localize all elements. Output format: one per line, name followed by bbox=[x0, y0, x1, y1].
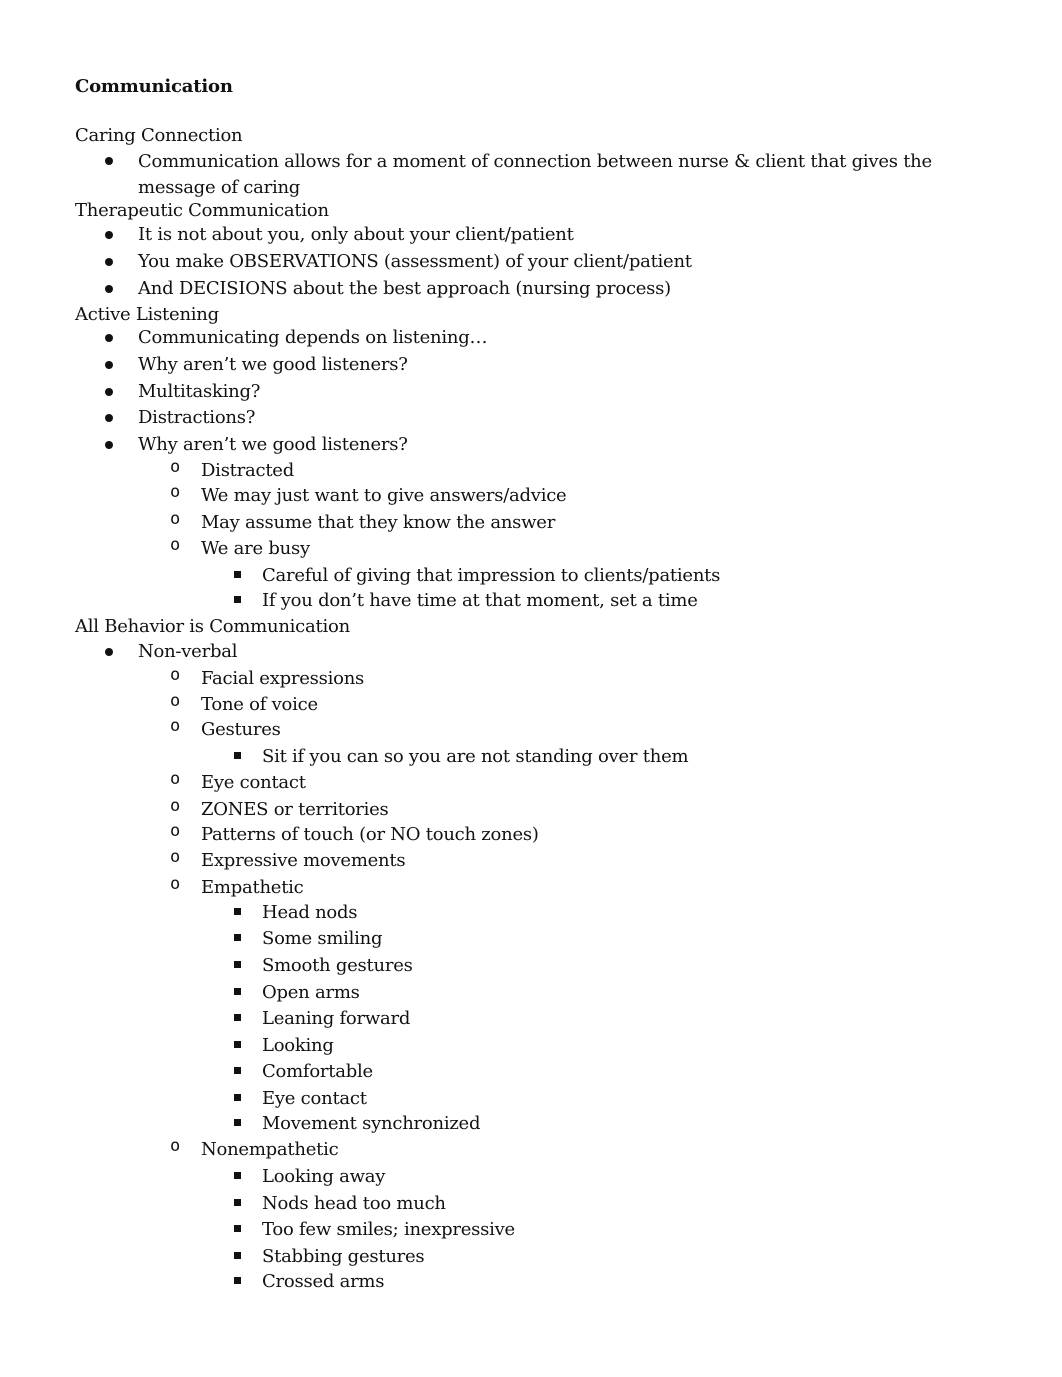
document-page: Communication Caring Connection Communica… bbox=[0, 0, 1062, 1377]
bullet-square-icon bbox=[234, 1094, 241, 1101]
sub-sub-bullet-item: Leaning forward bbox=[262, 1008, 411, 1029]
sub-sub-bullet-item: Movement synchronized bbox=[262, 1113, 481, 1134]
bullet-square-icon bbox=[234, 988, 241, 995]
bullet-dot-icon bbox=[105, 334, 113, 342]
sub-bullet-item: Facial expressions bbox=[201, 668, 365, 689]
bullet-square-icon bbox=[234, 934, 241, 941]
bullet-dot-icon bbox=[105, 157, 113, 165]
bullet-circle-icon: o bbox=[170, 716, 181, 736]
sub-sub-bullet-item: Nods head too much bbox=[262, 1193, 446, 1214]
sub-sub-bullet-item: Careful of giving that impression to cli… bbox=[262, 565, 721, 586]
bullet-circle-icon: o bbox=[170, 457, 181, 477]
bullet-square-icon bbox=[234, 1041, 241, 1048]
bullet-square-icon bbox=[234, 1172, 241, 1179]
bullet-square-icon bbox=[234, 908, 241, 915]
sub-bullet-item: Empathetic bbox=[201, 877, 304, 898]
bullet-item: Why aren’t we good listeners? bbox=[138, 354, 408, 375]
sub-sub-bullet-item: Looking bbox=[262, 1035, 334, 1056]
sub-sub-bullet-item: Eye contact bbox=[262, 1088, 367, 1109]
sub-sub-bullet-item: Smooth gestures bbox=[262, 955, 413, 976]
sub-bullet-item: Gestures bbox=[201, 719, 281, 740]
bullet-dot-icon bbox=[105, 231, 113, 239]
bullet-square-icon bbox=[234, 961, 241, 968]
bullet-item: Non-verbal bbox=[138, 641, 238, 662]
sub-sub-bullet-item: Looking away bbox=[262, 1166, 386, 1187]
sub-bullet-item: We are busy bbox=[201, 538, 310, 559]
bullet-circle-icon: o bbox=[170, 482, 181, 502]
document-title: Communication bbox=[75, 76, 233, 97]
bullet-square-icon bbox=[234, 1199, 241, 1206]
bullet-circle-icon: o bbox=[170, 509, 181, 529]
bullet-item: It is not about you, only about your cli… bbox=[138, 224, 574, 245]
sub-bullet-item: May assume that they know the answer bbox=[201, 512, 556, 533]
sub-sub-bullet-item: Stabbing gestures bbox=[262, 1246, 425, 1267]
bullet-square-icon bbox=[234, 1277, 241, 1284]
bullet-item: Distractions? bbox=[138, 407, 256, 428]
sub-sub-bullet-item: Some smiling bbox=[262, 928, 383, 949]
bullet-circle-icon: o bbox=[170, 665, 181, 685]
bullet-dot-icon bbox=[105, 388, 113, 396]
bullet-item: Communication allows for a moment of con… bbox=[138, 151, 932, 198]
bullet-square-icon bbox=[234, 752, 241, 759]
bullet-circle-icon: o bbox=[170, 535, 181, 555]
bullet-dot-icon bbox=[105, 648, 113, 656]
section-heading: All Behavior is Communication bbox=[75, 616, 350, 637]
bullet-square-icon bbox=[234, 1225, 241, 1232]
bullet-dot-icon bbox=[105, 414, 113, 422]
bullet-dot-icon bbox=[105, 258, 113, 266]
sub-bullet-item: Eye contact bbox=[201, 772, 306, 793]
sub-sub-bullet-item: Comfortable bbox=[262, 1061, 373, 1082]
sub-sub-bullet-item: If you don’t have time at that moment, s… bbox=[262, 590, 698, 611]
bullet-item: Multitasking? bbox=[138, 381, 261, 402]
sub-bullet-item: Nonempathetic bbox=[201, 1139, 339, 1160]
bullet-square-icon bbox=[234, 1252, 241, 1259]
sub-bullet-item: ZONES or territories bbox=[201, 799, 389, 820]
sub-sub-bullet-item: Sit if you can so you are not standing o… bbox=[262, 746, 689, 767]
section-heading: Active Listening bbox=[75, 304, 219, 325]
bullet-circle-icon: o bbox=[170, 691, 181, 711]
bullet-circle-icon: o bbox=[170, 874, 181, 894]
bullet-square-icon bbox=[234, 596, 241, 603]
sub-sub-bullet-item: Crossed arms bbox=[262, 1271, 385, 1292]
bullet-dot-icon bbox=[105, 441, 113, 449]
sub-sub-bullet-item: Head nods bbox=[262, 902, 358, 923]
sub-bullet-item: Expressive movements bbox=[201, 850, 406, 871]
bullet-square-icon bbox=[234, 1014, 241, 1021]
sub-sub-bullet-item: Too few smiles; inexpressive bbox=[262, 1219, 515, 1240]
sub-bullet-item: Distracted bbox=[201, 460, 294, 481]
bullet-item: Why aren’t we good listeners? bbox=[138, 434, 408, 455]
bullet-dot-icon bbox=[105, 361, 113, 369]
section-heading: Therapeutic Communication bbox=[75, 200, 329, 221]
bullet-item: Communicating depends on listening… bbox=[138, 327, 488, 348]
sub-bullet-item: Patterns of touch (or NO touch zones) bbox=[201, 824, 539, 845]
bullet-circle-icon: o bbox=[170, 769, 181, 789]
sub-bullet-item: Tone of voice bbox=[201, 694, 318, 715]
bullet-circle-icon: o bbox=[170, 796, 181, 816]
section-heading: Caring Connection bbox=[75, 125, 243, 146]
sub-sub-bullet-item: Open arms bbox=[262, 982, 360, 1003]
bullet-circle-icon: o bbox=[170, 847, 181, 867]
sub-bullet-item: We may just want to give answers/advice bbox=[201, 485, 567, 506]
bullet-square-icon bbox=[234, 1067, 241, 1074]
bullet-square-icon bbox=[234, 1119, 241, 1126]
bullet-circle-icon: o bbox=[170, 821, 181, 841]
bullet-item: You make OBSERVATIONS (assessment) of yo… bbox=[138, 251, 692, 272]
bullet-circle-icon: o bbox=[170, 1136, 181, 1156]
bullet-dot-icon bbox=[105, 285, 113, 293]
bullet-square-icon bbox=[234, 571, 241, 578]
bullet-item: And DECISIONS about the best approach (n… bbox=[138, 278, 671, 299]
